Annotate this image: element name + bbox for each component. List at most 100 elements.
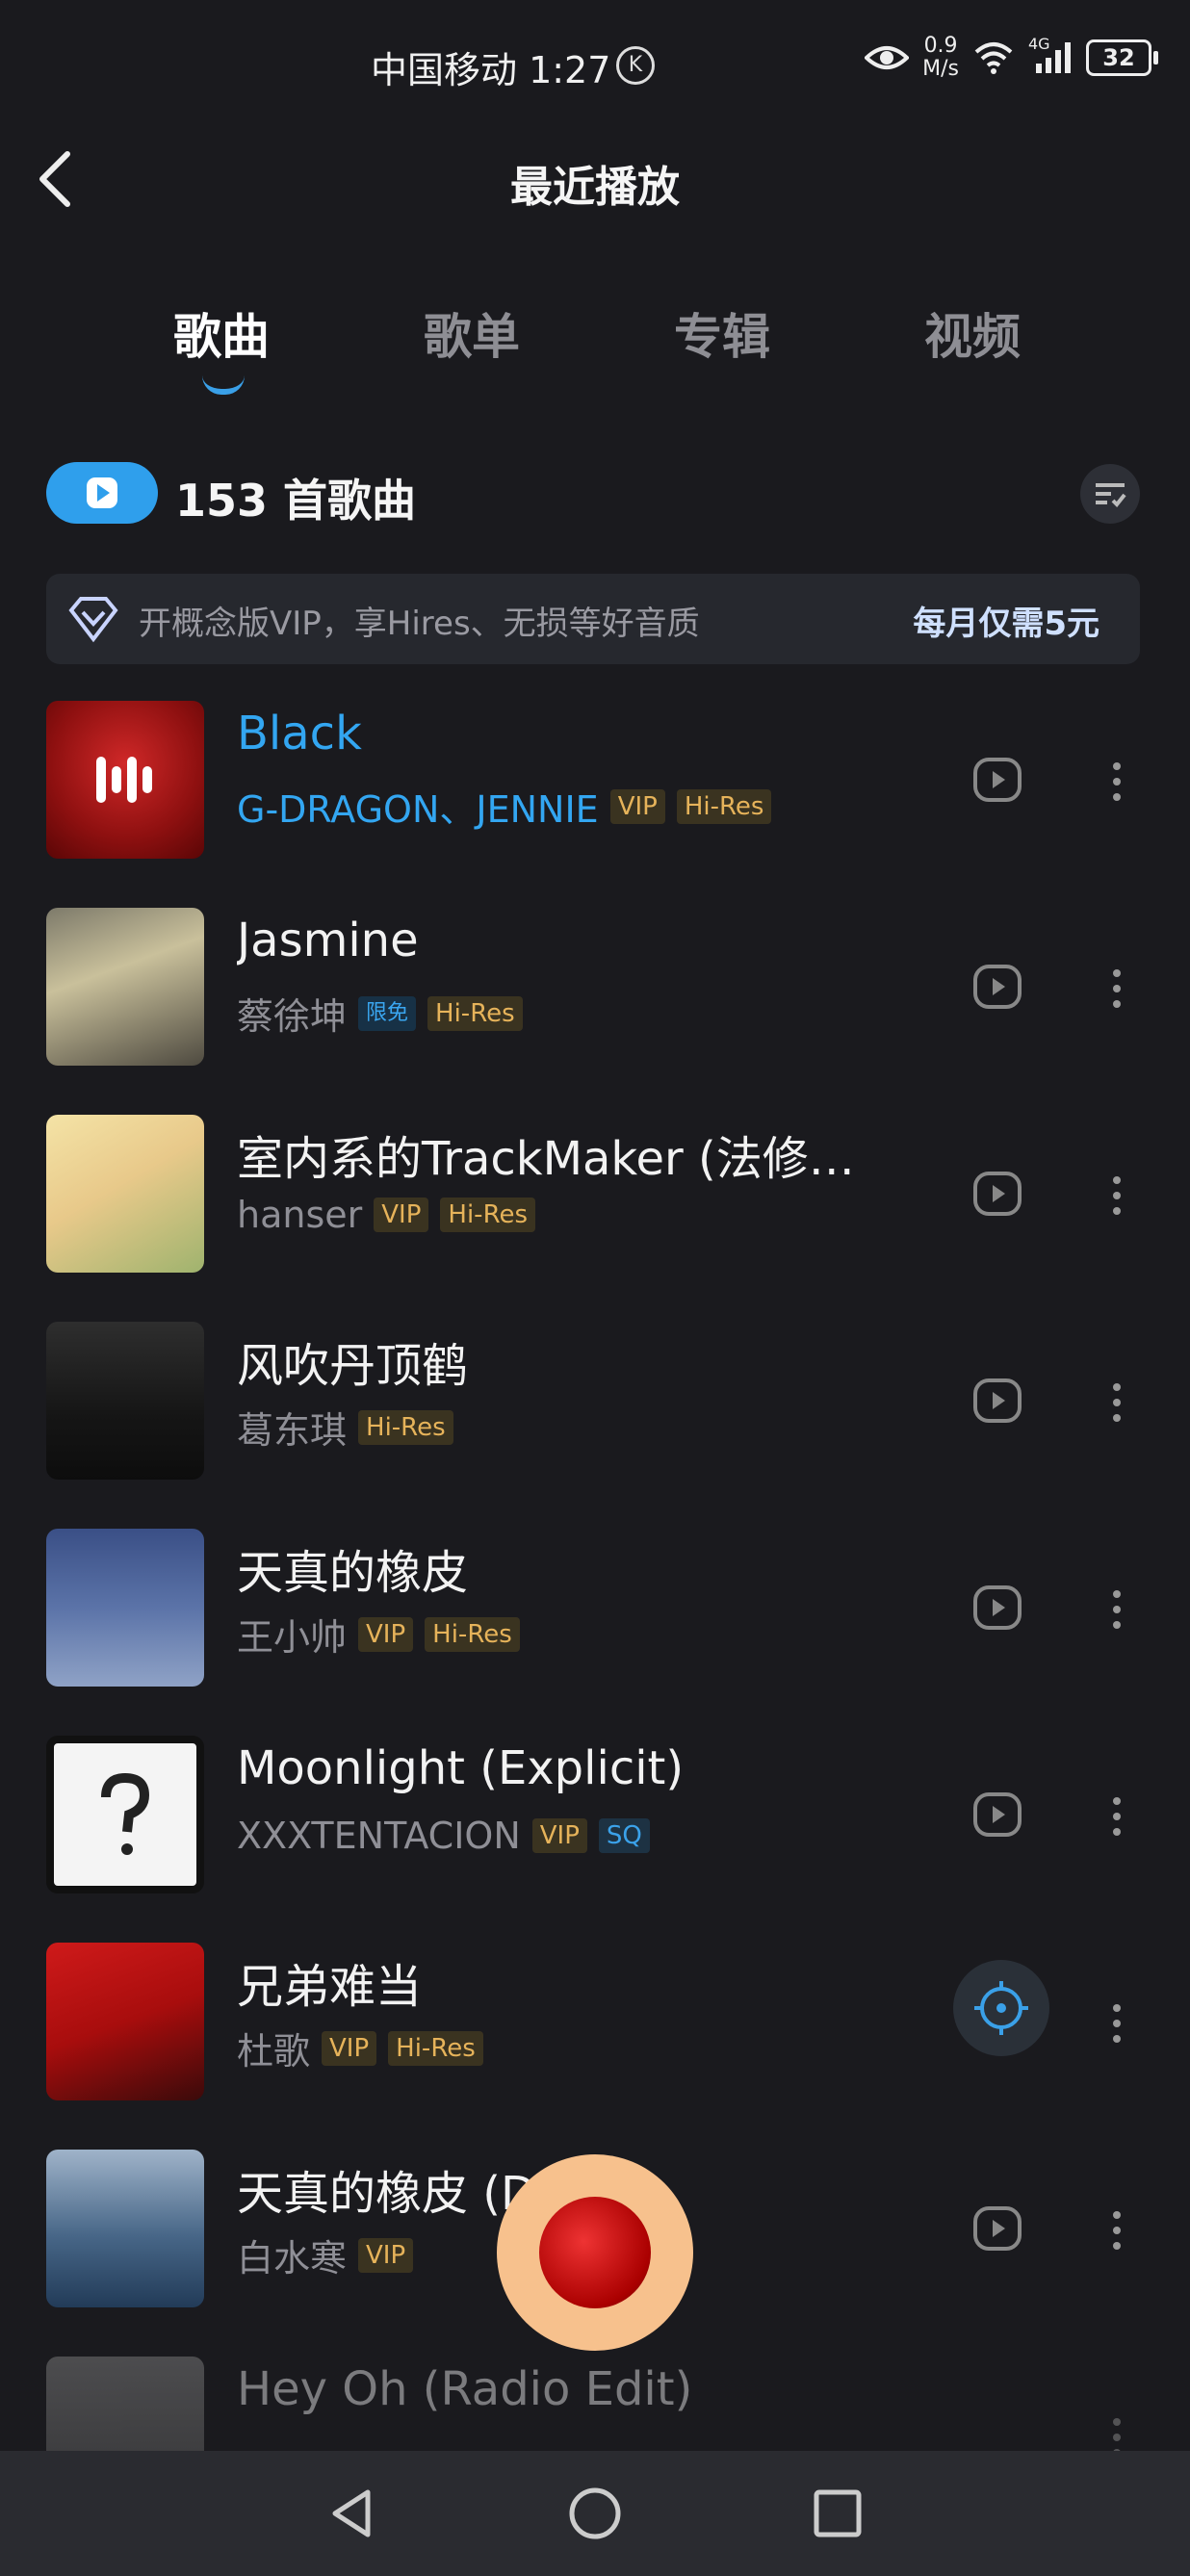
song-title: Jasmine bbox=[237, 914, 419, 967]
album-cover bbox=[46, 1736, 204, 1893]
song-row[interactable]: Black G-DRAGON、JENNIE VIP Hi-Res bbox=[0, 678, 1190, 885]
vip-badge: VIP bbox=[531, 1818, 587, 1853]
album-cover bbox=[46, 1322, 204, 1480]
song-meta: hanser VIP Hi-Res bbox=[237, 1194, 536, 1236]
song-meta: G-DRAGON、JENNIE VIP Hi-Res bbox=[237, 780, 772, 833]
mv-play-icon[interactable] bbox=[970, 1581, 1024, 1635]
vip-badge: VIP bbox=[374, 1198, 429, 1232]
song-artist: XXXTENTACION bbox=[237, 1815, 521, 1857]
song-meta: 葛东琪 Hi-Res bbox=[237, 1401, 453, 1454]
more-icon[interactable] bbox=[1107, 1790, 1126, 1843]
hires-badge: Hi-Res bbox=[425, 1616, 520, 1652]
more-icon[interactable] bbox=[1107, 962, 1126, 1016]
more-icon[interactable] bbox=[1107, 755, 1126, 809]
more-icon[interactable] bbox=[1107, 1376, 1126, 1430]
song-artist: G-DRAGON、JENNIE bbox=[237, 788, 599, 831]
k-badge-icon: K bbox=[616, 46, 655, 85]
album-cover bbox=[46, 1115, 204, 1273]
more-icon[interactable] bbox=[1107, 2203, 1126, 2257]
song-meta: 杜歌 VIP Hi-Res bbox=[237, 2022, 483, 2074]
tab-playlists[interactable]: 歌单 bbox=[385, 298, 558, 368]
mv-play-icon[interactable] bbox=[970, 1788, 1024, 1842]
hires-badge: Hi-Res bbox=[427, 995, 523, 1031]
album-cover bbox=[46, 908, 204, 1066]
checklist-icon bbox=[1096, 483, 1126, 507]
tab-songs[interactable]: 歌曲 bbox=[135, 298, 308, 395]
more-icon[interactable] bbox=[1107, 1169, 1126, 1223]
song-row[interactable]: Jasmine 蔡徐坤 限免 Hi-Res bbox=[0, 885, 1190, 1092]
batch-manage-button[interactable] bbox=[1080, 464, 1140, 524]
mv-play-icon[interactable] bbox=[970, 2202, 1024, 2255]
diamond-icon bbox=[68, 597, 118, 643]
song-title: Black bbox=[237, 707, 362, 760]
song-row[interactable]: Moonlight (Explicit) XXXTENTACION VIP SQ bbox=[0, 1713, 1190, 1919]
album-cover bbox=[46, 1529, 204, 1687]
question-mark-icon bbox=[101, 1772, 150, 1855]
mv-play-icon[interactable] bbox=[970, 1374, 1024, 1428]
hires-badge: Hi-Res bbox=[388, 2030, 483, 2066]
vip-banner-price[interactable]: 每月仅需5元 bbox=[913, 597, 1099, 644]
song-title: 天真的橡皮 (D bbox=[237, 2167, 536, 2221]
more-icon[interactable] bbox=[1107, 1996, 1126, 2050]
song-artist: 王小帅 bbox=[237, 1616, 348, 1659]
song-row[interactable]: 室内系的TrackMaker (法修散... hanser VIP Hi-Res bbox=[0, 1092, 1190, 1299]
hires-badge: Hi-Res bbox=[358, 1409, 453, 1445]
wifi-icon bbox=[974, 42, 1013, 74]
song-title: 室内系的TrackMaker (法修散... bbox=[237, 1132, 892, 1186]
system-nav-bar bbox=[0, 2451, 1190, 2576]
song-row[interactable]: 兄弟难当 杜歌 VIP Hi-Res bbox=[0, 1919, 1190, 2126]
song-title: 天真的橡皮 bbox=[237, 1546, 469, 1600]
song-artist: 葛东琪 bbox=[237, 1409, 348, 1452]
floating-player-disc bbox=[539, 2197, 651, 2308]
net-speed-unit: M/s bbox=[922, 57, 959, 81]
song-title: 风吹丹顶鹤 bbox=[237, 1339, 469, 1393]
playing-indicator-icon bbox=[96, 757, 152, 803]
song-meta: 白水寒 VIP bbox=[237, 2228, 414, 2281]
tab-videos[interactable]: 视频 bbox=[886, 298, 1059, 368]
target-icon bbox=[974, 1981, 1028, 2035]
status-bar: 中国移动 1:27 K 0.9 M/s 4G 32 bbox=[0, 0, 1190, 135]
sq-badge: SQ bbox=[598, 1818, 650, 1853]
hires-badge: Hi-Res bbox=[676, 788, 772, 824]
album-cover bbox=[46, 2150, 204, 2307]
song-artist: 白水寒 bbox=[237, 2237, 348, 2280]
song-artist: hanser bbox=[237, 1194, 363, 1236]
page-title: 最近播放 bbox=[510, 163, 680, 212]
more-icon[interactable] bbox=[1107, 1583, 1126, 1636]
song-row[interactable]: 天真的橡皮 王小帅 VIP Hi-Res bbox=[0, 1506, 1190, 1713]
hires-badge: Hi-Res bbox=[440, 1198, 536, 1232]
floating-player-button[interactable] bbox=[497, 2154, 693, 2351]
song-meta: XXXTENTACION VIP SQ bbox=[237, 1815, 650, 1857]
song-artist: 杜歌 bbox=[237, 2030, 311, 2073]
vip-badge: VIP bbox=[322, 2030, 377, 2066]
mv-play-icon[interactable] bbox=[970, 753, 1024, 807]
mv-play-icon[interactable] bbox=[970, 1167, 1024, 1221]
carrier-time: 中国移动 1:27 bbox=[371, 49, 611, 91]
album-cover bbox=[46, 701, 204, 859]
song-row[interactable]: 风吹丹顶鹤 葛东琪 Hi-Res bbox=[0, 1299, 1190, 1506]
play-icon bbox=[87, 477, 117, 508]
song-artist: 蔡徐坤 bbox=[237, 995, 348, 1038]
song-meta: 蔡徐坤 限免 Hi-Res bbox=[237, 987, 523, 1040]
song-title: Hey Oh (Radio Edit) bbox=[237, 2362, 693, 2416]
free-badge: 限免 bbox=[358, 995, 417, 1031]
net-speed-value: 0.9 bbox=[923, 34, 958, 58]
nav-back-icon[interactable] bbox=[323, 2485, 381, 2542]
song-meta: 王小帅 VIP Hi-Res bbox=[237, 1608, 520, 1661]
signal-icon: 4G bbox=[1028, 35, 1073, 75]
album-cover bbox=[46, 1943, 204, 2100]
battery-icon: 32 bbox=[1086, 39, 1158, 76]
song-count: 153 首歌曲 bbox=[175, 475, 417, 527]
signal-label: 4G bbox=[1028, 35, 1050, 53]
mv-play-icon[interactable] bbox=[970, 960, 1024, 1014]
tab-bar: 歌曲 歌单 专辑 视频 bbox=[135, 298, 1059, 395]
tab-albums[interactable]: 专辑 bbox=[635, 298, 809, 368]
locate-current-button[interactable] bbox=[953, 1960, 1049, 2056]
vip-banner[interactable]: 开概念版VIP，享Hires、无损等好音质 每月仅需5元 bbox=[46, 574, 1140, 664]
play-all-button[interactable] bbox=[46, 462, 158, 524]
vip-banner-text: 开概念版VIP，享Hires、无损等好音质 bbox=[139, 605, 700, 643]
nav-home-icon[interactable] bbox=[566, 2485, 624, 2542]
vip-badge: VIP bbox=[358, 1616, 414, 1652]
nav-recents-icon[interactable] bbox=[809, 2485, 867, 2542]
status-icons: 0.9 M/s 4G 32 bbox=[865, 34, 1158, 81]
